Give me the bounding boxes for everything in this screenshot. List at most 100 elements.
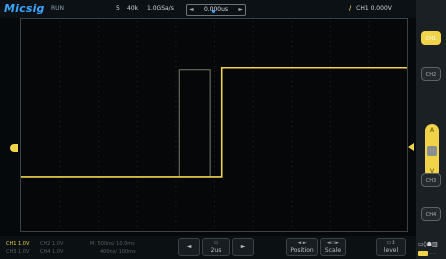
grid-dot xyxy=(175,66,177,67)
grid-dot xyxy=(98,111,100,112)
battery-icon xyxy=(418,251,428,256)
grid-dot xyxy=(252,176,254,177)
grid-dot xyxy=(59,146,61,147)
grid-dot xyxy=(329,216,331,217)
grid-dot xyxy=(329,71,331,72)
grid-dot xyxy=(136,141,138,142)
ch2-scale[interactable]: CH2 1.0V xyxy=(40,241,63,247)
grid-dot xyxy=(291,76,293,77)
ch4-button[interactable]: CH4 xyxy=(421,207,441,221)
grid-dot xyxy=(291,46,293,47)
grid-dot xyxy=(214,91,215,92)
grid-dot xyxy=(98,211,100,212)
grid-dot xyxy=(252,21,254,22)
ch3-button[interactable]: CH3 xyxy=(421,173,441,187)
ch3-scale[interactable]: CH3 1.0V xyxy=(6,249,29,255)
grid-dot xyxy=(59,126,61,127)
ch1-scale[interactable]: CH1 1.0V xyxy=(6,241,29,247)
grid-dot xyxy=(136,96,138,97)
adjust-knob[interactable]: A V xyxy=(425,124,439,178)
position-button[interactable]: ◄ ► Position xyxy=(286,238,318,256)
grid-dot xyxy=(59,221,61,222)
ch2-button[interactable]: CH2 xyxy=(421,67,441,81)
grid-dot xyxy=(329,126,331,127)
grid-dot xyxy=(175,186,177,187)
grid-dot xyxy=(291,156,293,157)
ch1-offset-marker[interactable] xyxy=(10,144,18,152)
grid-dot xyxy=(329,226,331,227)
grid-dot xyxy=(252,136,254,137)
grid-dot xyxy=(136,116,138,117)
grid-dot xyxy=(368,56,370,57)
grid-dot xyxy=(252,161,254,162)
grid-dot xyxy=(59,191,61,192)
pan-left-button[interactable]: ◄ xyxy=(178,238,200,256)
grid-dot xyxy=(368,21,370,22)
grid-dot xyxy=(291,211,293,212)
grid-dot xyxy=(214,46,215,47)
grid-dot xyxy=(175,76,177,77)
grid-dot xyxy=(98,31,100,32)
grid-dot xyxy=(214,196,215,197)
timebase-info-main: M: 500ns/ 10.0ms xyxy=(90,241,135,247)
trigger-level-marker[interactable] xyxy=(408,143,414,151)
grid-dot xyxy=(291,136,293,137)
grid-dot xyxy=(214,156,215,157)
grid-dot xyxy=(291,51,293,52)
grid-dot xyxy=(175,206,177,207)
grid-dot xyxy=(252,31,254,32)
pan-right-button[interactable]: ► xyxy=(232,238,254,256)
grid-dot xyxy=(136,21,138,22)
grid-dot xyxy=(175,156,177,157)
level-button[interactable]: ▭↕ level xyxy=(376,238,406,256)
grid-dot xyxy=(214,166,215,167)
grid-dot xyxy=(329,26,331,27)
grid-dot xyxy=(368,196,370,197)
grid-dot xyxy=(368,216,370,217)
grid-dot xyxy=(252,216,254,217)
grid-dot xyxy=(252,206,254,207)
grid-dot xyxy=(329,111,331,112)
grid-dot xyxy=(98,146,100,147)
grid-dot xyxy=(59,211,61,212)
grid-dot xyxy=(291,96,293,97)
grid-dot xyxy=(59,36,61,37)
grid-dot xyxy=(329,101,331,102)
grid-dot xyxy=(291,161,293,162)
grid-dot xyxy=(59,201,61,202)
scale-button[interactable]: ◄▭► Scale xyxy=(320,238,346,256)
ch1-button[interactable]: CH1 xyxy=(421,31,441,45)
zoom-button[interactable]: ▭ 2us xyxy=(202,238,230,256)
grid-dot xyxy=(136,111,138,112)
grid-dot xyxy=(291,146,293,147)
grid-dot xyxy=(59,106,61,107)
ch4-label: CH4 xyxy=(40,249,51,255)
grid-dot xyxy=(252,146,254,147)
grid-dot xyxy=(368,71,370,72)
ch4-scale[interactable]: CH4 1.0V xyxy=(40,249,63,255)
grid-dot xyxy=(136,186,138,187)
grid-dot xyxy=(252,46,254,47)
grid-dot xyxy=(329,76,331,77)
position-arrows-icon: ◄ ► xyxy=(297,240,307,246)
grid-dot xyxy=(59,66,61,67)
grid-dot xyxy=(329,86,331,87)
grid-dot xyxy=(136,76,138,77)
grid-dot xyxy=(291,101,293,102)
grid-dot xyxy=(59,166,61,167)
grid-dot xyxy=(98,21,100,22)
grid-dot xyxy=(98,41,100,42)
grid-dot xyxy=(368,211,370,212)
grid-dot xyxy=(175,136,177,137)
grid-dot xyxy=(59,91,61,92)
grid-dot xyxy=(329,36,331,37)
grid-dot xyxy=(291,186,293,187)
grid-dot xyxy=(291,36,293,37)
grid-dot xyxy=(368,106,370,107)
grid-dot xyxy=(368,111,370,112)
grid-dot xyxy=(329,46,331,47)
grid-dot xyxy=(175,216,177,217)
grid-dot xyxy=(175,151,177,152)
grid-dot xyxy=(136,31,138,32)
grid-dot xyxy=(368,136,370,137)
